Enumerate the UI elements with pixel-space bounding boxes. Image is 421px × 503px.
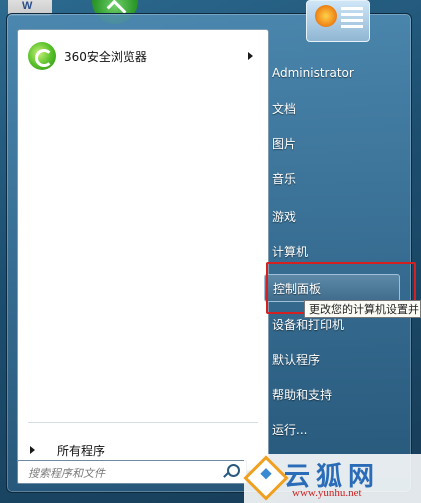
search-placeholder: 搜索程序和文件 [28,467,105,480]
submenu-arrow-icon [248,52,253,60]
right-pane-item-3[interactable]: 音乐 [264,164,400,192]
right-pane-item-2[interactable]: 图片 [264,129,400,157]
user-picture[interactable] [306,0,370,42]
right-pane-item-10[interactable]: 运行... [264,415,400,443]
pinned-program-label: 360安全浏览器 [64,49,147,64]
right-pane-item-9[interactable]: 帮助和支持 [264,380,400,408]
all-programs-arrow-icon [30,446,35,454]
right-pane-item-4[interactable]: 游戏 [264,202,400,230]
all-programs-label: 所有程序 [57,443,106,458]
flower-picture-icon [315,5,337,27]
user-card-lines [341,7,363,10]
pinned-program-item[interactable]: 360安全浏览器 [22,38,262,74]
360-browser-icon [28,42,56,70]
tooltip: 更改您的计算机设置并 [304,300,421,318]
right-pane-item-1[interactable]: 文档 [264,94,400,122]
watermark: 云狐网 www.yunhu.net [243,454,421,503]
divider [28,422,258,423]
right-pane-item-8[interactable]: 默认程序 [264,345,400,373]
search-icon[interactable] [227,464,240,477]
search-input[interactable]: 搜索程序和文件 [17,460,247,484]
right-pane-item-0[interactable]: Administrator [264,59,400,87]
watermark-logo-icon [243,455,289,501]
left-pane: 360安全浏览器 所有程序 [17,29,269,471]
watermark-url: www.yunhu.net [292,487,362,499]
right-pane-item-5[interactable]: 计算机 [264,237,400,265]
